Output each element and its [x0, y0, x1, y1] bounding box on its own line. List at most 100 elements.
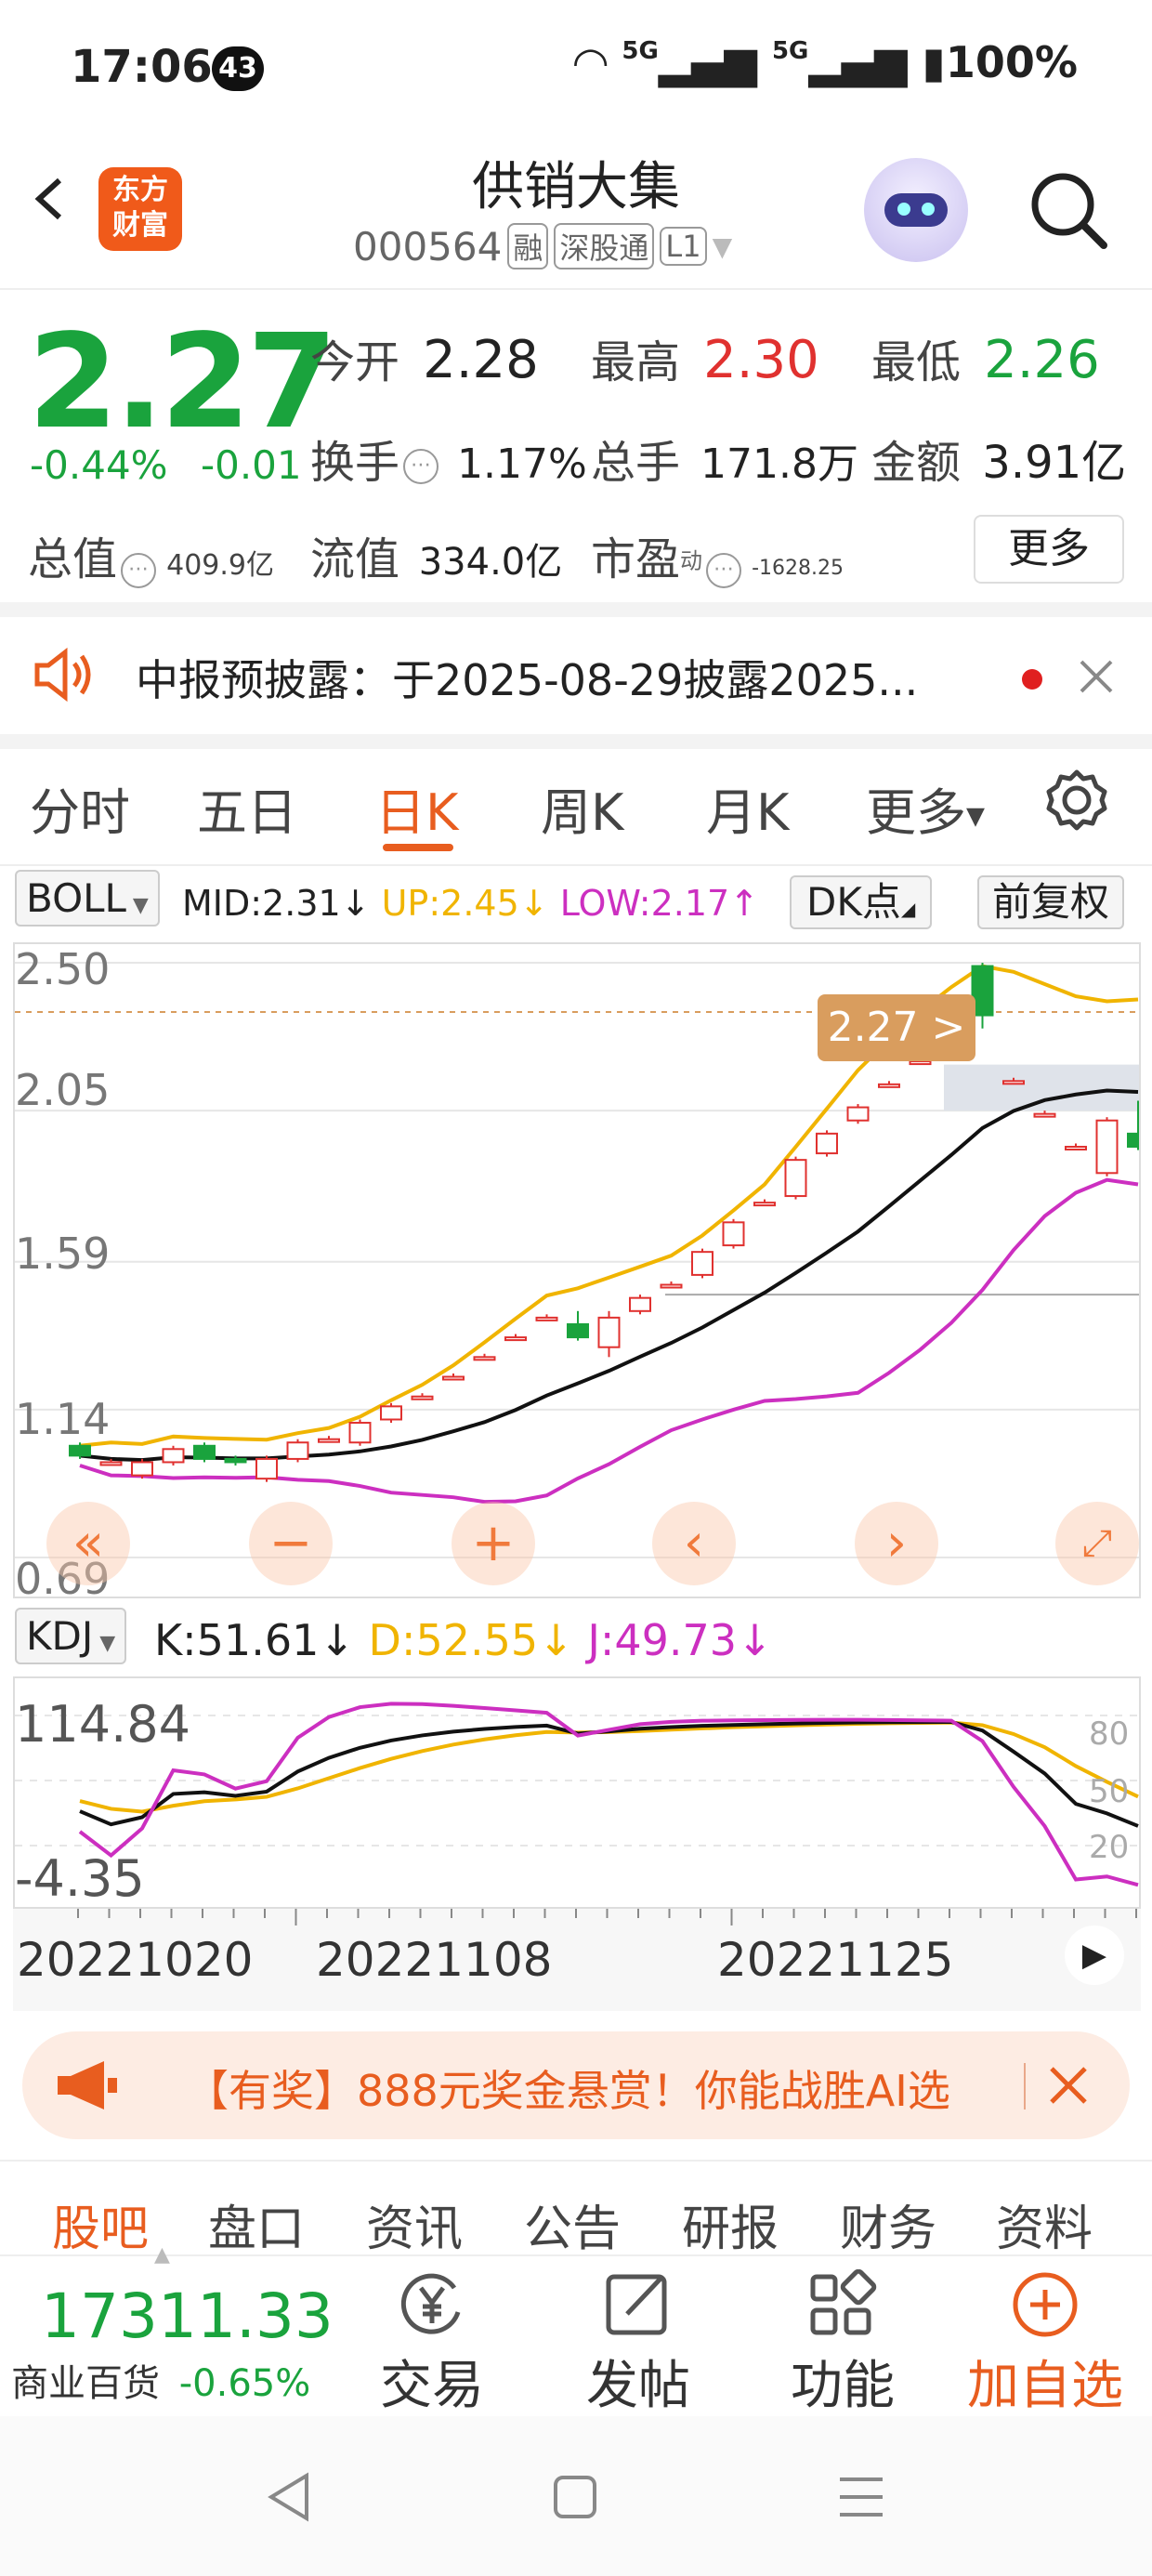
tab-more[interactable]: 更多▼ — [866, 771, 985, 845]
date-label-0: 20221020 — [17, 1933, 254, 1987]
more-button[interactable]: 更多 — [974, 515, 1124, 584]
zoom-in-icon[interactable]: + — [452, 1502, 535, 1585]
price-tag[interactable]: 2.27 > — [818, 994, 975, 1061]
info-icon[interactable]: ⋯ — [121, 552, 157, 588]
candle-body — [442, 1375, 465, 1381]
kdj-k: K:51.61↓ — [154, 1615, 355, 1665]
dk-label: DK点 — [806, 879, 901, 925]
tab-announcements[interactable]: 公告 — [524, 2189, 621, 2259]
kdj-d-line — [79, 1720, 1139, 1814]
candle-body — [846, 1106, 870, 1122]
bottom-action-bar: ▲ 17311.33 商业百货 -0.65% 交易 发帖 功能 加自选 — [0, 2243, 1152, 2419]
battery-icon: ▮ — [922, 37, 946, 87]
dk-points-button[interactable]: DK点◢ — [790, 875, 933, 929]
close-icon[interactable] — [1078, 658, 1115, 695]
tab-research[interactable]: 研报 — [682, 2189, 779, 2259]
functions-button[interactable]: 功能 — [782, 2268, 903, 2419]
volume-label: 总手 — [591, 437, 681, 489]
amount-label: 金额 — [871, 437, 962, 489]
notice-text: 中报预披露：于2025-08-29披露2025... — [136, 655, 919, 705]
rewind-icon[interactable]: « — [46, 1502, 130, 1585]
search-icon[interactable] — [1026, 167, 1109, 251]
post-button[interactable]: 发帖 — [578, 2269, 699, 2419]
info-icon[interactable]: ⋯ — [706, 552, 742, 588]
boll-upper-line — [79, 964, 1139, 1448]
highlight-band — [944, 1064, 1139, 1111]
index-name: 商业百货 — [11, 2362, 160, 2405]
tab-pankou[interactable]: 盘口 — [208, 2189, 305, 2259]
y-tick-1: 2.05 — [15, 1065, 111, 1115]
tab-daily-k[interactable]: 日K — [375, 771, 458, 845]
candle-body — [411, 1395, 434, 1400]
tab-five-day[interactable]: 五日 — [197, 771, 297, 845]
change-amount: -0.01 — [200, 442, 302, 488]
add-watchlist-button[interactable]: 加自选 — [957, 2269, 1133, 2419]
boll-up: UP:2.45↓ — [381, 883, 549, 924]
nav-home-icon[interactable] — [552, 2474, 598, 2520]
mktcap-stat[interactable]: 总值 ⋯ 409.9亿 — [28, 522, 274, 588]
candle-body — [878, 1083, 900, 1088]
stock-code-row[interactable]: 000564 融 深股通 L1 ▼ — [353, 223, 732, 269]
notice-bar[interactable]: 中报预披露：于2025-08-29披露2025... — [0, 615, 1152, 736]
ai-robot-avatar[interactable] — [864, 158, 968, 262]
candle-body — [753, 1202, 776, 1207]
close-icon[interactable] — [1048, 2065, 1089, 2106]
candle-body — [99, 1461, 123, 1466]
yen-circle-icon — [400, 2273, 461, 2334]
candle-body — [380, 1405, 402, 1421]
candle-body — [722, 1221, 745, 1247]
stock-code: 000564 — [353, 223, 503, 269]
fullscreen-icon[interactable]: ⤢ — [1055, 1502, 1139, 1585]
candle-body — [131, 1461, 153, 1477]
turnover-stat[interactable]: 换手 ⋯ 1.17% — [310, 426, 587, 491]
kdj-selector[interactable]: KDJ ▼ — [15, 1608, 127, 1664]
nav-menu-icon[interactable] — [836, 2474, 886, 2520]
banner-divider — [1024, 2063, 1026, 2109]
tab-monthly-k[interactable]: 月K — [706, 771, 789, 845]
tab-weekly-k[interactable]: 周K — [541, 771, 623, 845]
index-value[interactable]: 17311.33 — [41, 2280, 334, 2352]
tab-guba[interactable]: 股吧 — [52, 2189, 149, 2259]
kdj-name: KDJ — [26, 1613, 94, 1659]
candle-body — [535, 1316, 558, 1321]
adjust-button[interactable]: 前复权 — [977, 875, 1125, 929]
chevron-right-icon[interactable]: › — [855, 1502, 938, 1585]
tab-profile[interactable]: 资料 — [996, 2189, 1093, 2259]
index-row[interactable]: 商业百货 -0.65% — [11, 2353, 310, 2407]
info-icon[interactable]: ⋯ — [403, 449, 439, 484]
status-icons: ◠ 5G▂▄▆ 5G▂▄▆ ▮100% — [574, 37, 1078, 87]
zoom-out-icon[interactable]: − — [249, 1502, 333, 1585]
tab-finance[interactable]: 财务 — [840, 2189, 936, 2259]
change-row: -0.44% -0.01 — [30, 442, 302, 488]
candle-body — [629, 1296, 651, 1312]
kdj-d: D:52.55↓ — [368, 1615, 574, 1665]
boll-selector[interactable]: BOLL ▼ — [15, 870, 160, 927]
float-value: 334.0亿 — [418, 541, 563, 584]
play-icon[interactable]: ▶ — [1065, 1925, 1124, 1985]
signal-icon-2: ▂▄▆ — [808, 37, 908, 87]
candle-body — [193, 1444, 216, 1460]
chevron-left-icon[interactable]: ‹ — [652, 1502, 736, 1585]
tag-level: L1 — [660, 227, 707, 266]
tab-news[interactable]: 资讯 — [366, 2189, 463, 2259]
chevron-down-icon: ▼ — [712, 230, 733, 262]
nav-back-icon[interactable] — [266, 2472, 312, 2522]
candle-body — [224, 1457, 247, 1464]
gear-icon[interactable] — [1044, 768, 1109, 833]
boll-mid-line — [79, 1088, 1139, 1463]
reward-banner[interactable]: 【有奖】888元奖金悬赏！你能战胜AI选 — [22, 2031, 1130, 2139]
candle-body — [162, 1448, 185, 1464]
candle-body — [1002, 1080, 1025, 1085]
section-gap-2 — [0, 734, 1152, 749]
candle-body — [816, 1132, 838, 1155]
pe-stat[interactable]: 市盈动 ⋯ -1628.25 — [591, 522, 844, 588]
candle-body — [348, 1422, 372, 1444]
speaker-icon — [34, 647, 91, 703]
banner-text: 【有奖】888元奖金悬赏！你能战胜AI选 — [186, 2066, 950, 2116]
trade-button[interactable]: 交易 — [372, 2269, 492, 2419]
open-label: 今开 — [310, 336, 400, 388]
open-stat: 今开 2.28 — [310, 325, 539, 390]
mktcap-label: 总值 — [28, 533, 118, 585]
tab-intraday[interactable]: 分时 — [30, 771, 130, 845]
float-label: 流值 — [310, 533, 400, 585]
